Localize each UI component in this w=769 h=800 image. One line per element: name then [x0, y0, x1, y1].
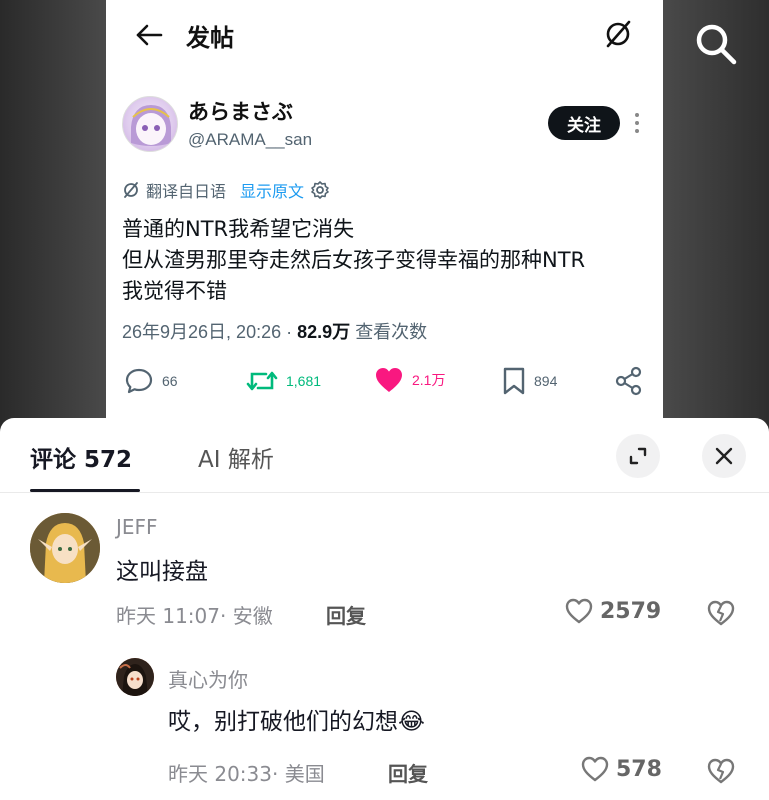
like-count: 2.1万	[412, 372, 446, 388]
views-count: 82.9万	[297, 322, 351, 342]
tab-ai-analysis[interactable]: AI 解析	[198, 440, 274, 474]
tweet-meta: 26年9月26日, 20:26 · 82.9万 查看次数	[122, 318, 427, 344]
comment-like-button[interactable]: 2579	[564, 597, 661, 625]
reply-button[interactable]: 回复	[326, 600, 366, 629]
views-label: 查看次数	[355, 322, 428, 342]
share-action[interactable]	[614, 366, 644, 396]
tab-comments[interactable]: 评论 572	[30, 440, 132, 474]
grok-icon	[606, 20, 631, 48]
user-name[interactable]: あらまさぶ	[188, 96, 293, 126]
page-title: 发帖	[186, 24, 234, 52]
commenter-avatar[interactable]	[116, 658, 154, 696]
expand-button[interactable]	[616, 434, 660, 478]
user-avatar	[122, 96, 178, 152]
comment-sheet: 评论 572 AI 解析 JEFF 这叫接盘 昨天 11:07· 安徽 回复 2…	[0, 418, 769, 800]
bookmark-icon	[503, 367, 525, 395]
reply-button[interactable]: 回复	[388, 758, 428, 787]
bookmark-action[interactable]: 894	[502, 366, 557, 396]
heart-outline-icon	[581, 756, 609, 782]
comment-meta: 昨天 20:33· 美国	[168, 762, 325, 786]
comment-meta: 昨天 11:07· 安徽	[116, 604, 273, 628]
tweet-text-line: 我觉得不错	[122, 279, 227, 303]
show-original-link[interactable]: 显示原文	[240, 178, 304, 202]
translate-label: 翻译自日语	[146, 182, 227, 201]
tweet-text: 普通的NTR我希望它消失 但从渣男那里夺走然后女孩子变得幸福的那种NTR 我觉得…	[122, 214, 662, 307]
heart-filled-icon	[376, 368, 402, 392]
search-icon[interactable]	[692, 20, 740, 68]
retweet-icon	[246, 371, 278, 391]
close-button[interactable]	[702, 434, 746, 478]
tweet-datetime: 26年9月26日, 20:26	[122, 322, 282, 342]
reply-comment-item: 真心为你 哎，别打破他们的幻想😂 昨天 20:33· 美国 回复 578	[0, 658, 769, 800]
comment-like-count: 578	[616, 756, 662, 782]
tweet-screenshot: 发帖 あらまさぶ @ARAMA__san 关注 翻译自日语 显示原文 普通的NT…	[106, 0, 663, 420]
heart-outline-icon	[565, 598, 593, 624]
meta-separator: ·	[286, 322, 298, 342]
active-tab-indicator	[30, 489, 140, 492]
comment-text-body: 哎，别打破他们的幻想	[168, 709, 398, 735]
expand-icon	[629, 447, 647, 465]
laughing-emoji: 😂	[398, 709, 425, 735]
translation-row: 翻译自日语 显示原文	[122, 178, 330, 202]
comment-tabs: 评论 572 AI 解析	[0, 418, 769, 493]
tweet-header: 发帖	[106, 0, 663, 70]
user-handle[interactable]: @ARAMA__san	[188, 130, 312, 150]
comment-like-button[interactable]: 578	[580, 755, 662, 783]
dislike-icon[interactable]	[706, 598, 736, 628]
translate-grok-icon	[124, 182, 138, 198]
close-icon	[715, 447, 733, 465]
comment-like-count: 2579	[600, 598, 662, 624]
dislike-icon[interactable]	[706, 756, 736, 786]
reply-count: 66	[162, 373, 178, 389]
settings-gear-icon[interactable]	[310, 180, 330, 200]
follow-button[interactable]: 关注	[548, 106, 620, 140]
comment-item: JEFF 这叫接盘 昨天 11:07· 安徽 回复 2579	[0, 510, 769, 660]
like-action[interactable]: 2.1万	[374, 366, 445, 394]
commenter-avatar[interactable]	[30, 513, 100, 583]
back-arrow-icon	[136, 24, 163, 46]
more-options-icon[interactable]	[633, 112, 641, 134]
reply-bubble-icon	[125, 368, 153, 394]
reply-action[interactable]: 66	[124, 366, 178, 396]
retweet-action[interactable]: 1,681	[246, 366, 321, 396]
commenter-name[interactable]: 真心为你	[168, 664, 248, 693]
share-icon	[615, 366, 642, 396]
comment-text: 这叫接盘	[116, 559, 208, 585]
bookmark-count: 894	[534, 373, 558, 389]
tweet-actions: 66 1,681 2.1万 894	[106, 366, 663, 402]
comment-text: 哎，别打破他们的幻想😂	[168, 702, 425, 736]
commenter-name[interactable]: JEFF	[116, 515, 158, 539]
tweet-text-line: 但从渣男那里夺走然后女孩子变得幸福的那种NTR	[122, 248, 586, 272]
retweet-count: 1,681	[286, 373, 322, 389]
tweet-text-line: 普通的NTR我希望它消失	[122, 217, 355, 241]
